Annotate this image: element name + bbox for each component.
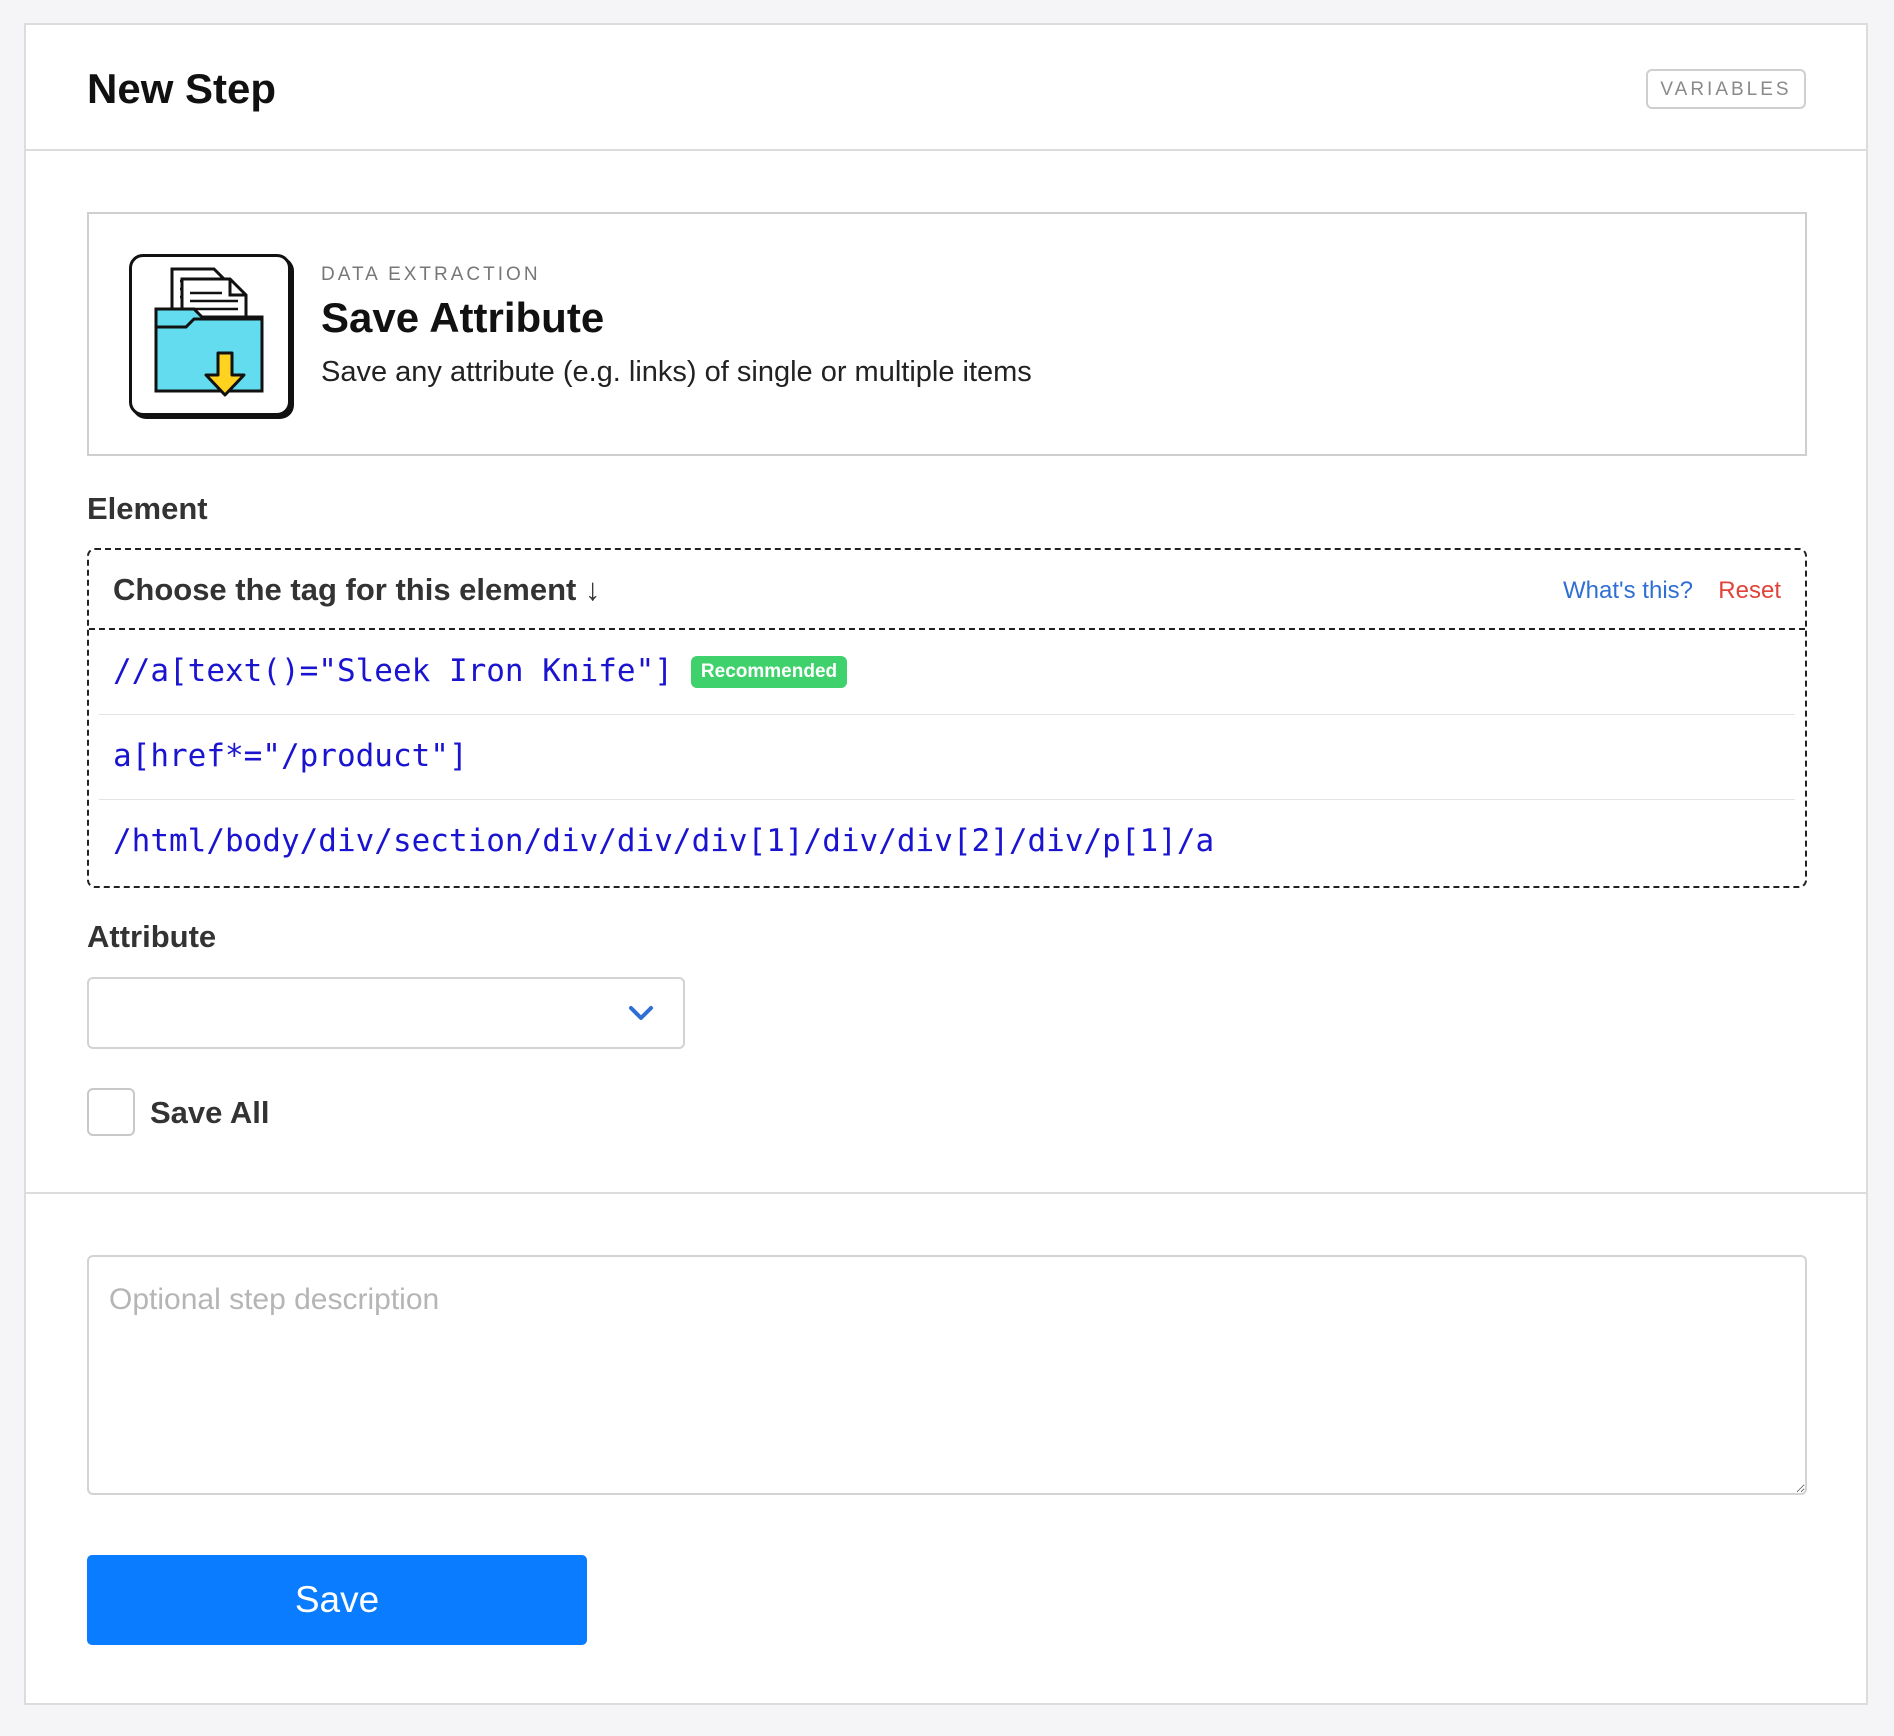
attribute-label: Attribute <box>87 919 217 954</box>
selector-text: //a[text()="Sleek Iron Knife"] Recommende… <box>113 653 848 689</box>
selector-option[interactable]: /html/body/div/section/div/div/div[1]/di… <box>99 800 1795 885</box>
chevron-down-icon <box>627 1001 655 1030</box>
save-button[interactable]: Save <box>87 1555 587 1645</box>
panel-header: New Step VARIABLES <box>26 25 1866 151</box>
variables-button[interactable]: VARIABLES <box>1646 69 1806 109</box>
step-type-card[interactable]: DATA EXTRACTION Save Attribute Save any … <box>87 212 1807 456</box>
new-step-panel: New Step VARIABLES DATA EXTRACTION Save … <box>24 23 1868 1705</box>
whats-this-link[interactable]: What's this? <box>1563 577 1693 605</box>
recommended-badge: Recommended <box>690 656 848 688</box>
selector-option[interactable]: //a[text()="Sleek Iron Knife"] Recommende… <box>99 630 1795 715</box>
element-label: Element <box>87 491 208 526</box>
selector-value: //a[text()="Sleek Iron Knife"] <box>113 653 673 689</box>
selector-option[interactable]: a[href*="/product"] <box>99 715 1795 800</box>
step-title: Save Attribute <box>321 294 605 341</box>
section-divider <box>26 1192 1866 1194</box>
step-category: DATA EXTRACTION <box>321 264 541 285</box>
selector-value: /html/body/div/section/div/div/div[1]/di… <box>113 823 1215 859</box>
save-all-checkbox[interactable] <box>87 1088 135 1136</box>
save-all-label[interactable]: Save All <box>150 1095 269 1131</box>
element-chooser-header: Choose the tag for this element ↓ What's… <box>89 550 1805 630</box>
step-description: Save any attribute (e.g. links) of singl… <box>321 356 1032 388</box>
attribute-select[interactable] <box>87 977 685 1049</box>
folder-download-icon <box>129 254 291 416</box>
element-chooser: Choose the tag for this element ↓ What's… <box>87 548 1807 888</box>
step-description-input[interactable] <box>87 1255 1807 1495</box>
page-title: New Step <box>87 65 277 112</box>
element-chooser-title: Choose the tag for this element ↓ <box>113 572 601 607</box>
selector-value: a[href*="/product"] <box>113 738 468 774</box>
reset-link[interactable]: Reset <box>1718 577 1781 605</box>
